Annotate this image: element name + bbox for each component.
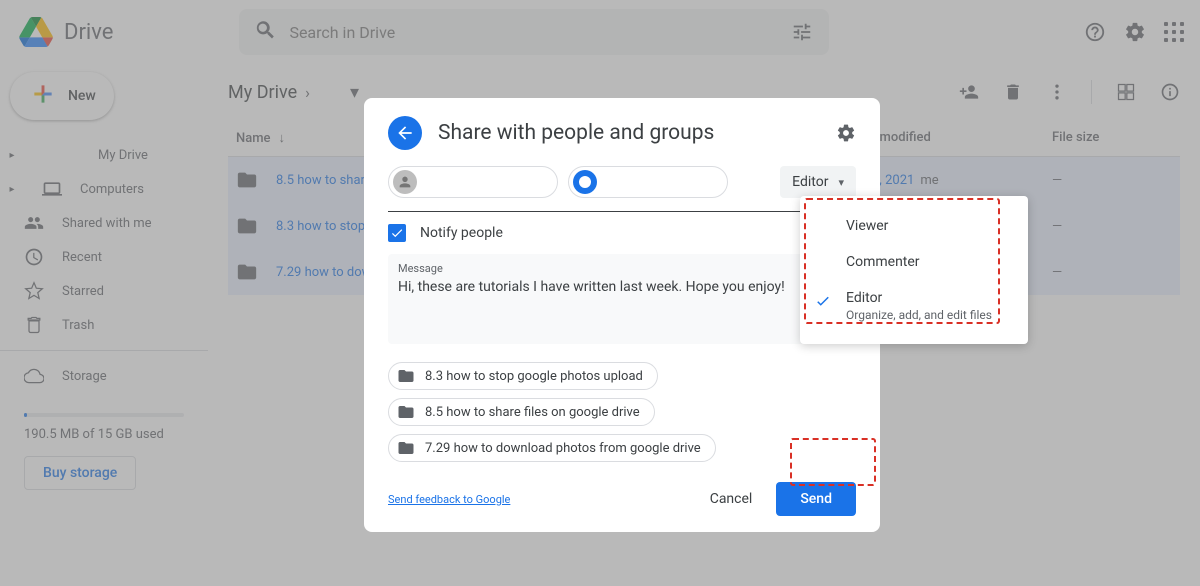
chevron-down-icon: ▾ bbox=[838, 176, 844, 189]
role-menu: Viewer Commenter Editor Organize, add, a… bbox=[800, 196, 1028, 344]
message-label: Message bbox=[398, 262, 846, 275]
avatar-icon bbox=[393, 170, 417, 194]
person-chip[interactable] bbox=[568, 166, 728, 198]
attachment-chip[interactable]: 7.29 how to download photos from google … bbox=[388, 434, 716, 462]
dialog-settings-icon[interactable] bbox=[836, 123, 856, 143]
back-button[interactable] bbox=[388, 116, 422, 150]
role-option-editor[interactable]: Editor Organize, add, and edit files bbox=[800, 280, 1028, 332]
dialog-title: Share with people and groups bbox=[438, 121, 714, 145]
avatar-icon bbox=[573, 170, 597, 194]
role-selector[interactable]: Editor▾ bbox=[780, 166, 856, 198]
attachment-chip[interactable]: 8.5 how to share files on google drive bbox=[388, 398, 655, 426]
send-button[interactable]: Send bbox=[776, 482, 856, 516]
role-option-viewer[interactable]: Viewer bbox=[800, 208, 1028, 244]
message-box[interactable]: Message Hi, these are tutorials I have w… bbox=[388, 254, 856, 344]
notify-label: Notify people bbox=[420, 225, 503, 241]
cancel-button[interactable]: Cancel bbox=[696, 483, 767, 515]
attachment-chip[interactable]: 8.3 how to stop google photos upload bbox=[388, 362, 658, 390]
check-icon bbox=[814, 292, 832, 314]
feedback-link[interactable]: Send feedback to Google bbox=[388, 493, 510, 506]
notify-checkbox[interactable] bbox=[388, 224, 406, 242]
role-option-commenter[interactable]: Commenter bbox=[800, 244, 1028, 280]
message-text: Hi, these are tutorials I have written l… bbox=[398, 279, 846, 295]
input-underline bbox=[388, 211, 856, 212]
person-chip[interactable] bbox=[388, 166, 558, 198]
